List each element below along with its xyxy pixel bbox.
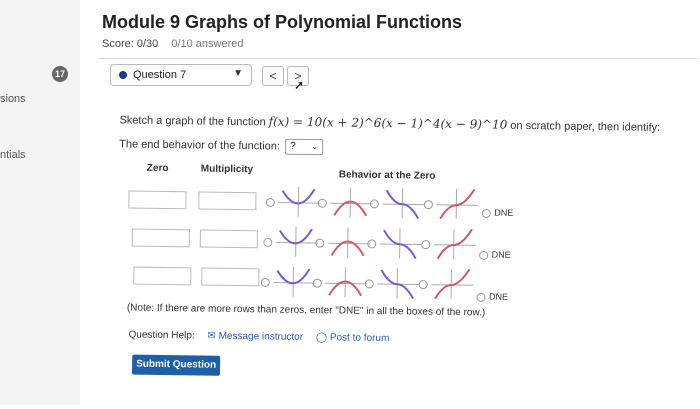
dne-label-1: DNE bbox=[494, 207, 514, 218]
message-instructor-link[interactable]: ✉ Message instructor bbox=[207, 331, 306, 343]
behavior-row-3[interactable] bbox=[260, 265, 486, 302]
submit-question-button[interactable]: Submit Question bbox=[131, 354, 221, 376]
behavior-row-2[interactable] bbox=[262, 225, 489, 261]
post-forum-link[interactable]: ◯ Post to forum bbox=[316, 332, 390, 344]
post-forum-text: Post to forum bbox=[329, 332, 390, 345]
question-content: Sketch a graph of the function f(x) = 10… bbox=[0, 0, 700, 409]
message-instructor-text: Message instructor bbox=[218, 330, 304, 343]
mail-icon: ✉ bbox=[207, 330, 216, 342]
help-label: Question Help: bbox=[128, 329, 195, 342]
behavior-row-1[interactable] bbox=[265, 185, 491, 221]
comment-icon: ◯ bbox=[315, 332, 328, 344]
dne-label-2: DNE bbox=[491, 249, 511, 260]
dne-label-3: DNE bbox=[489, 291, 509, 302]
behavior-options bbox=[260, 185, 491, 302]
